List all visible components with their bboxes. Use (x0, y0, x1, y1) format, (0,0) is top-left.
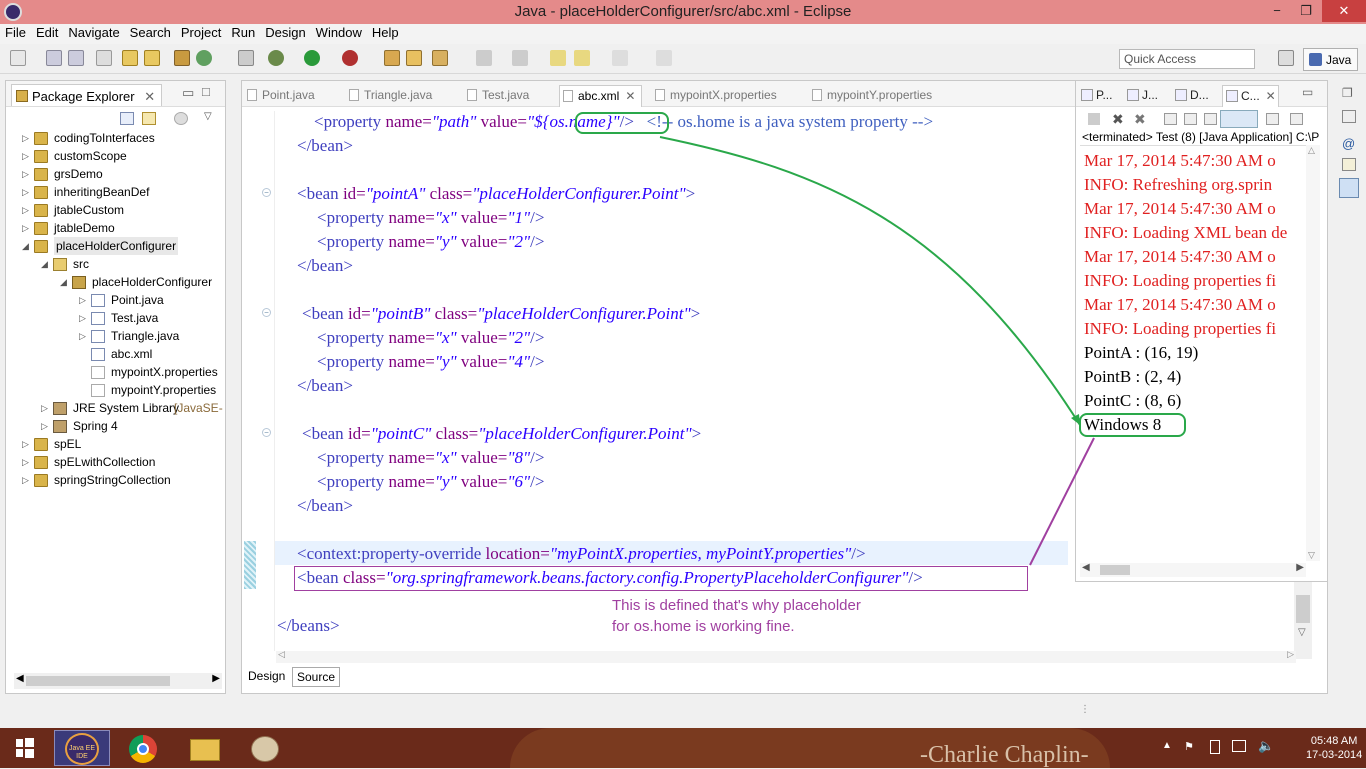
paint-icon[interactable] (238, 730, 294, 766)
green-arrowhead (1071, 414, 1080, 425)
volume-icon[interactable]: 🔈 (1258, 738, 1274, 754)
green-arrow (659, 136, 1081, 426)
system-clock[interactable]: 05:48 AM 17-03-2014 (1306, 734, 1362, 762)
status-area: ⋮ (0, 694, 1366, 728)
action-center-icon[interactable]: ⚑ (1184, 740, 1194, 753)
network-icon[interactable] (1232, 740, 1246, 752)
clock-time: 05:48 AM (1310, 735, 1358, 747)
chrome-icon[interactable] (116, 730, 172, 766)
windows-start-button[interactable] (4, 730, 60, 766)
annotation-note: This is defined that's why placeholder f… (612, 595, 861, 637)
clock-date: 17-03-2014 (1306, 749, 1363, 761)
annotation-line: for os.home is working fine. (612, 618, 795, 635)
eclipse-taskbar-icon[interactable]: Java EE IDE (54, 730, 110, 766)
annotation-arrows (659, 136, 1095, 566)
annotation-line: This is defined that's why placeholder (612, 597, 861, 614)
battery-icon[interactable] (1210, 740, 1220, 754)
windows-taskbar: -Charlie Chaplin- Java EE IDE ▲ ⚑ 🔈 05:4… (0, 728, 1366, 768)
wallpaper-text: -Charlie Chaplin- (920, 742, 1089, 768)
file-explorer-icon[interactable] (177, 730, 233, 766)
status-grip: ⋮ (1080, 704, 1090, 715)
purple-connector (1029, 437, 1095, 566)
show-hidden-icons-icon[interactable]: ▲ (1162, 740, 1172, 751)
